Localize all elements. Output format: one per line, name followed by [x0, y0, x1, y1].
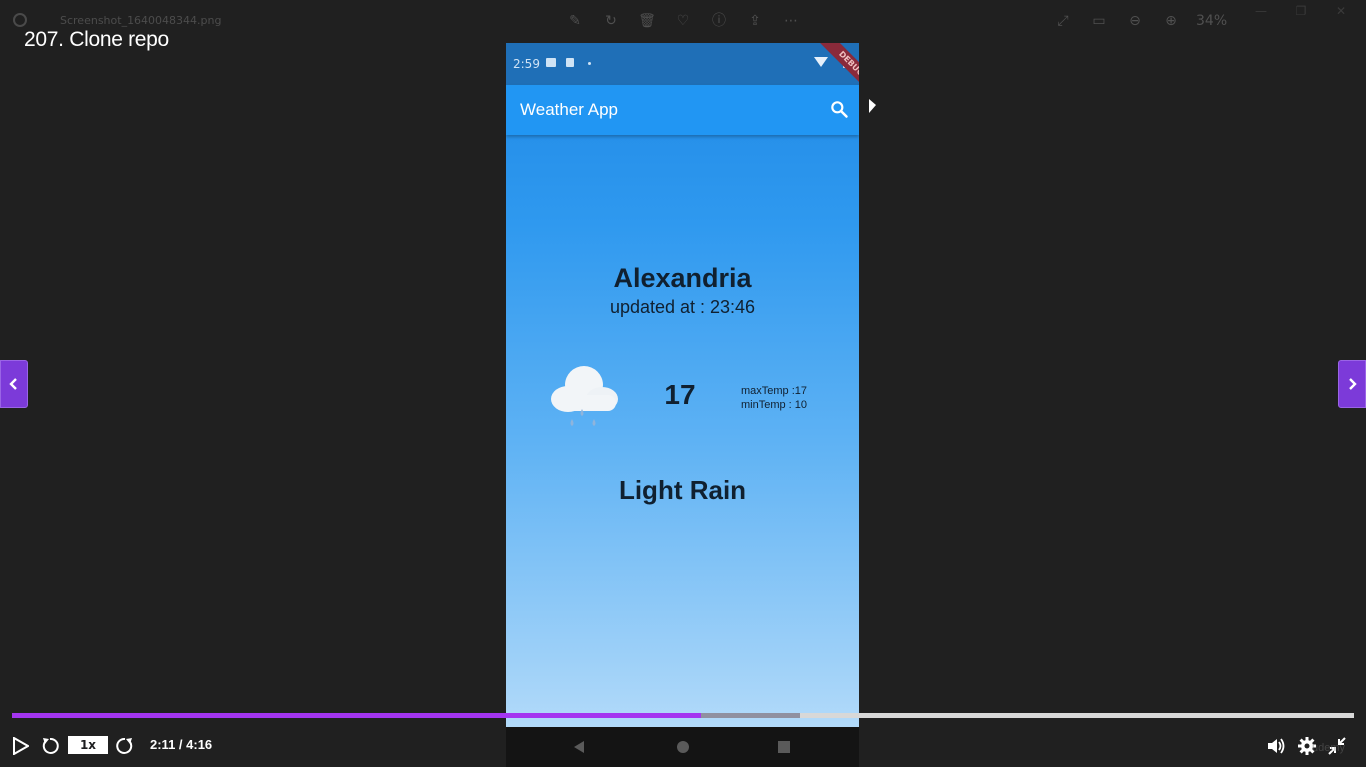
previous-lecture-button[interactable]	[0, 360, 28, 408]
volume-icon	[1268, 738, 1285, 754]
restore-icon[interactable]: ❐	[1292, 4, 1310, 18]
timecode: 2:11 / 4:16	[150, 737, 213, 752]
wifi-icon	[814, 57, 828, 67]
forward-button[interactable]	[113, 734, 137, 758]
temperature: 17	[664, 379, 696, 410]
gallery-notification-icon	[546, 58, 556, 67]
status-bar: 2:59 DEBUG	[506, 43, 859, 101]
video-progress-bar[interactable]	[12, 713, 1354, 718]
window-controls: — ❐ ✕	[1252, 4, 1350, 18]
rewind-icon	[42, 737, 59, 754]
udemy-watermark: udemy	[1312, 742, 1346, 754]
info-icon[interactable]: ⓘ	[708, 10, 730, 32]
zoom-out-icon[interactable]: ⊖	[1124, 10, 1146, 32]
minimize-icon[interactable]: —	[1252, 4, 1270, 18]
zoom-in-icon[interactable]: ⊕	[1160, 10, 1182, 32]
chevron-right-icon	[1349, 378, 1357, 390]
updated-time: updated at : 23:46	[609, 297, 756, 317]
forward-icon	[116, 737, 133, 754]
max-temp: maxTemp :17	[741, 385, 808, 397]
chevron-left-icon	[9, 378, 17, 390]
search-icon[interactable]	[829, 99, 849, 119]
viewer-right-tools: ⤢ ▭ ⊖ ⊕ 34%	[1052, 10, 1228, 32]
fit-icon[interactable]: ▭	[1088, 10, 1110, 32]
mouse-cursor-icon	[869, 99, 876, 113]
photos-app-icon	[13, 13, 27, 27]
expand-icon[interactable]: ⤢	[1052, 10, 1074, 32]
favorite-icon[interactable]: ♡	[672, 10, 694, 32]
cloud-rain-icon	[551, 366, 618, 426]
phone-screen: 2:59 DEBUG Weather App Alexandria update…	[506, 43, 859, 767]
status-time: 2:59	[513, 57, 540, 71]
app-title: Weather App	[520, 100, 618, 119]
min-max-temps: maxTemp :17 minTemp : 10	[741, 384, 807, 412]
viewer-tools: ✎ ↻ 🗑 ♡ ⓘ ⇪ ⋯	[564, 10, 802, 32]
lecture-title: 207. Clone repo	[24, 28, 169, 51]
played-bar	[12, 713, 701, 718]
more-icon[interactable]: ⋯	[780, 10, 802, 32]
sim-notification-icon	[566, 58, 574, 67]
edit-icon[interactable]: ✎	[564, 10, 586, 32]
photo-viewer-toolbar: Screenshot_1640048344.png ✎ ↻ 🗑 ♡ ⓘ ⇪ ⋯ …	[0, 0, 1366, 42]
next-lecture-button[interactable]	[1338, 360, 1366, 408]
volume-button[interactable]	[1264, 734, 1288, 758]
notification-dot-icon	[588, 62, 591, 65]
min-temp: minTemp : 10	[741, 399, 808, 411]
player-controls: 1x 2:11 / 4:16 udemy	[0, 728, 1366, 764]
delete-icon[interactable]: 🗑	[636, 10, 658, 32]
image-filename: Screenshot_1640048344.png	[60, 14, 222, 27]
close-icon[interactable]: ✕	[1332, 4, 1350, 18]
rewind-button[interactable]	[38, 734, 62, 758]
playback-speed-button[interactable]: 1x	[68, 736, 108, 754]
play-button[interactable]	[8, 734, 32, 758]
app-bar: Weather App	[506, 85, 859, 135]
rotate-icon[interactable]: ↻	[600, 10, 622, 32]
play-icon	[13, 737, 29, 755]
city-name: Alexandria	[613, 263, 752, 293]
zoom-level: 34%	[1196, 13, 1228, 29]
weather-condition: Light Rain	[618, 475, 747, 505]
share-icon[interactable]: ⇪	[744, 10, 766, 32]
